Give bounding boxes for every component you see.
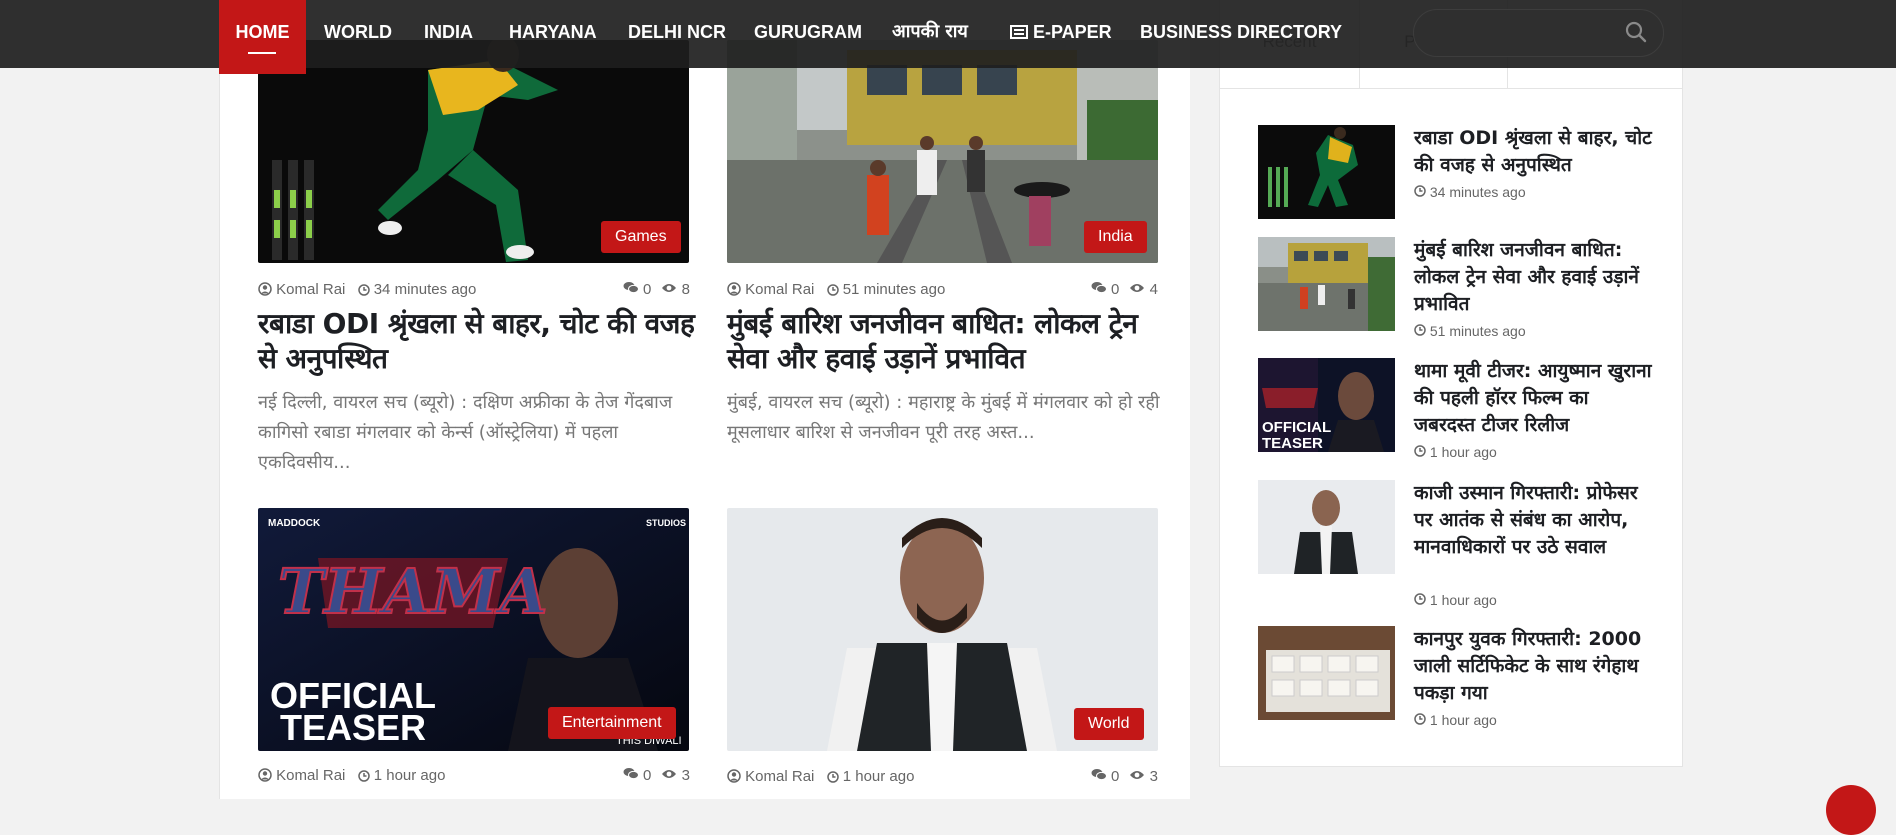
post-counts: 0 3 xyxy=(1068,768,1158,785)
post-author[interactable]: Komal Rai xyxy=(745,768,814,785)
view-count: 3 xyxy=(1149,768,1158,785)
nav-delhi-ncr[interactable]: DELHI NCR xyxy=(628,0,726,68)
post-meta: Komal Rai 1 hour ago xyxy=(727,768,914,785)
user-icon xyxy=(727,769,741,783)
clock-icon xyxy=(1414,185,1426,197)
clock-icon xyxy=(357,770,370,782)
post-meta: Komal Rai 34 minutes ago xyxy=(258,281,476,298)
category-badge[interactable]: Entertainment xyxy=(548,707,676,739)
clock-icon xyxy=(1414,324,1426,336)
post-author[interactable]: Komal Rai xyxy=(745,281,814,298)
back-to-top-button[interactable] xyxy=(1826,785,1876,835)
post-counts: 0 8 xyxy=(600,281,690,298)
sidebar-post-title[interactable]: कानपुर युवक गिरफ्तारी: 2000 जाली सर्टिफि… xyxy=(1414,626,1654,707)
sidebar-post-time: 1 hour ago xyxy=(1414,444,1497,460)
active-underline xyxy=(248,52,276,54)
post-time: 1 hour ago xyxy=(373,767,446,784)
category-badge[interactable]: World xyxy=(1074,708,1144,740)
post-author[interactable]: Komal Rai xyxy=(276,281,345,298)
clock-icon xyxy=(1414,445,1426,457)
post-meta: Komal Rai 51 minutes ago xyxy=(727,281,945,298)
post-counts: 0 4 xyxy=(1068,281,1158,298)
post-time: 51 minutes ago xyxy=(842,281,946,298)
main-nav: HOME WORLD INDIA HARYANA DELHI NCR GURUG… xyxy=(0,0,1896,74)
user-icon xyxy=(258,768,272,782)
sidebar-post-time: 51 minutes ago xyxy=(1414,323,1526,339)
comments-icon xyxy=(623,282,639,294)
post-meta: Komal Rai 1 hour ago xyxy=(258,767,445,784)
sidebar-post-title[interactable]: थामा मूवी टीजर: आयुष्मान खुराना की पहली … xyxy=(1414,358,1654,439)
eye-icon xyxy=(1130,771,1145,779)
eye-icon xyxy=(662,284,677,292)
sidebar-post-time: 1 hour ago xyxy=(1414,712,1497,728)
sidebar-widget: Recent Popular Comments रबाडा ODI श्रृंख… xyxy=(1219,0,1683,767)
view-count: 3 xyxy=(681,767,690,784)
category-badge[interactable]: Games xyxy=(601,221,681,253)
thumb-teaser-text: OFFICIAL xyxy=(1262,419,1331,436)
image-studio-right-text: STUDIOS xyxy=(646,518,686,528)
thumb-teaser-text: TEASER xyxy=(1262,435,1323,452)
clock-icon xyxy=(826,284,839,296)
sidebar-post-time: 1 hour ago xyxy=(1414,592,1497,608)
sidebar-thumb-1[interactable] xyxy=(1258,125,1395,219)
comments-icon xyxy=(1091,282,1107,294)
user-icon xyxy=(258,282,272,296)
sidebar-thumb-2[interactable] xyxy=(1258,237,1395,331)
comment-count: 0 xyxy=(1110,281,1120,298)
post-title[interactable]: रबाडा ODI श्रृंखला से बाहर, चोट की वजह स… xyxy=(258,306,698,376)
sidebar-thumb-5[interactable] xyxy=(1258,626,1395,720)
sidebar-post-title[interactable]: काजी उस्मान गिरफ्तारी: प्रोफेसर पर आतंक … xyxy=(1414,480,1654,561)
nav-haryana[interactable]: HARYANA xyxy=(509,0,597,68)
nav-home[interactable]: HOME xyxy=(219,0,306,74)
view-count: 4 xyxy=(1149,281,1158,298)
post-author[interactable]: Komal Rai xyxy=(276,767,345,784)
nav-business-directory[interactable]: BUSINESS DIRECTORY xyxy=(1140,0,1342,68)
clock-icon xyxy=(826,771,839,783)
sidebar-post-time-text: 1 hour ago xyxy=(1429,592,1497,608)
post-time: 34 minutes ago xyxy=(373,281,477,298)
newspaper-icon xyxy=(1010,25,1028,39)
sidebar-thumb-4[interactable] xyxy=(1258,480,1395,574)
sidebar-post-time-text: 1 hour ago xyxy=(1429,444,1497,460)
eye-icon xyxy=(662,770,677,778)
view-count: 8 xyxy=(681,281,690,298)
clock-icon xyxy=(1414,713,1426,725)
post-title[interactable]: मुंबई बारिश जनजीवन बाधित: लोकल ट्रेन सेव… xyxy=(727,306,1167,376)
sidebar-post-title[interactable]: मुंबई बारिश जनजीवन बाधित: लोकल ट्रेन सेव… xyxy=(1414,237,1654,318)
sidebar-post-title[interactable]: रबाडा ODI श्रृंखला से बाहर, चोट की वजह स… xyxy=(1414,125,1654,179)
image-studio-text: MADDOCK xyxy=(268,518,321,529)
comments-icon xyxy=(1091,769,1107,781)
nav-aapki-raay[interactable]: आपकी राय xyxy=(892,0,968,68)
post-excerpt: नई दिल्ली, वायरल सच (ब्यूरो) : दक्षिण अफ… xyxy=(258,392,673,473)
image-teaser-text: TEASER xyxy=(280,707,426,748)
search-icon[interactable] xyxy=(1624,20,1648,44)
comment-count: 0 xyxy=(1110,768,1120,785)
sidebar-post-time-text: 1 hour ago xyxy=(1429,712,1497,728)
post-counts: 0 3 xyxy=(600,767,690,784)
nav-india[interactable]: INDIA xyxy=(424,0,473,68)
clock-icon xyxy=(357,284,370,296)
comments-icon xyxy=(623,768,639,780)
nav-gurugram[interactable]: GURUGRAM xyxy=(754,0,862,68)
image-logo-text: THAMA xyxy=(278,555,548,628)
comment-count: 0 xyxy=(642,281,652,298)
post-time: 1 hour ago xyxy=(842,768,915,785)
comment-count: 0 xyxy=(642,767,652,784)
sidebar-post-time: 34 minutes ago xyxy=(1414,184,1526,200)
search-box[interactable] xyxy=(1413,9,1664,57)
nav-home-label: HOME xyxy=(235,22,290,42)
eye-icon xyxy=(1130,284,1145,292)
nav-world[interactable]: WORLD xyxy=(324,0,392,68)
nav-epaper-label: E-PAPER xyxy=(1033,22,1112,42)
post-excerpt: मुंबई, वायरल सच (ब्यूरो) : महाराष्ट्र के… xyxy=(727,392,1160,443)
sidebar-post-time-text: 51 minutes ago xyxy=(1429,323,1526,339)
clock-icon xyxy=(1414,593,1426,605)
user-icon xyxy=(727,282,741,296)
sidebar-post-time-text: 34 minutes ago xyxy=(1429,184,1526,200)
category-badge[interactable]: India xyxy=(1084,221,1147,253)
nav-epaper[interactable]: E-PAPER xyxy=(1010,0,1112,68)
sidebar-thumb-3[interactable]: OFFICIAL TEASER xyxy=(1258,358,1395,452)
